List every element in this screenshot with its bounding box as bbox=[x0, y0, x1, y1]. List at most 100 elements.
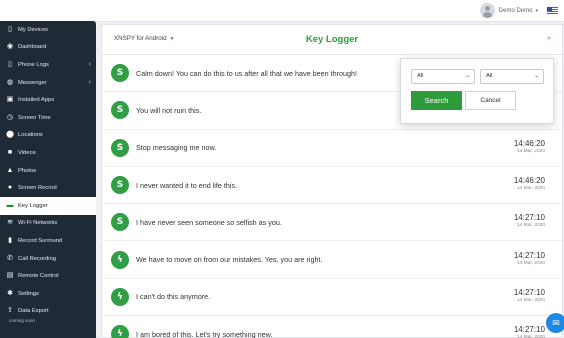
message-time: 14:27:10 bbox=[513, 213, 545, 223]
timestamp: 14:27:10 14 Mar, 2020 bbox=[514, 325, 545, 338]
message-text: Stop messaging me now. bbox=[136, 143, 217, 153]
messenger-icon: ϟ bbox=[111, 287, 129, 306]
message-date: 14 Mar, 2020 bbox=[516, 223, 545, 229]
sidebar-item-settings[interactable]: ✱ Settings bbox=[0, 285, 96, 303]
timestamp: 14:27:10 14 Mar, 2020 bbox=[514, 213, 545, 229]
sidebar-item-phone-logs[interactable]: ▯ Phone Logs › bbox=[0, 56, 96, 74]
sidebar: ▯ My Devices ◉ Dashboard ▯ Phone Logs › ◍ Messen… bbox=[0, 21, 96, 338]
sidebar-item-label: Videos bbox=[18, 149, 36, 156]
sidebar-item-label: Screen Time bbox=[18, 114, 51, 121]
messenger-icon: ϟ bbox=[111, 325, 129, 338]
chevron-right-icon: › bbox=[88, 79, 91, 87]
us-flag-icon[interactable] bbox=[547, 7, 558, 14]
sidebar-item-key-logger[interactable]: ▬ Key Logger bbox=[0, 196, 96, 215]
sidebar-item-label: Phone Logs bbox=[18, 61, 49, 68]
microphone-icon: ▮ bbox=[8, 236, 12, 244]
messenger-icon: ϟ bbox=[111, 250, 129, 269]
message-row[interactable]: ϟ We have to move on from our mistakes. Y… bbox=[102, 241, 562, 279]
upload-icon: ⇪ bbox=[7, 307, 13, 315]
message-time: 14:46:20 bbox=[513, 138, 545, 148]
filter-select-2[interactable]: All ⌄ bbox=[480, 69, 544, 84]
sidebar-item-label: Photos bbox=[18, 167, 37, 174]
message-text: You will not ruin this. bbox=[136, 105, 202, 115]
search-filter-popup: All ⌄ All ⌄ Search Cancel bbox=[400, 58, 554, 124]
message-date: 14 Mar, 2020 bbox=[516, 297, 545, 303]
chevron-down-icon: ⌄ bbox=[533, 73, 539, 79]
message-date: 14 Mar, 2020 bbox=[516, 186, 545, 192]
panel-header: XNSPY for Android ▼ Key Logger ⌕ bbox=[102, 25, 562, 55]
keyboard-icon: ▬ bbox=[6, 201, 14, 209]
skype-icon: S bbox=[111, 213, 129, 232]
clock-icon: ◷ bbox=[6, 113, 14, 121]
timestamp: 14:46:20 14 Mar, 2020 bbox=[514, 176, 545, 192]
remote-icon: ▤ bbox=[6, 272, 14, 280]
message-text: I can't do this anymore. bbox=[136, 292, 211, 302]
message-row[interactable]: ϟ I am bored of this. Let's try something… bbox=[102, 316, 562, 338]
sidebar-item-label: My Devices bbox=[18, 26, 48, 33]
user-menu[interactable]: Demo Demo ▾ bbox=[479, 3, 558, 18]
skype-icon: S bbox=[111, 101, 129, 120]
chat-icon[interactable]: ✉ bbox=[546, 313, 564, 333]
filter-select-2-value: All bbox=[486, 73, 493, 79]
sidebar-item-call-recording[interactable]: ✆ Call Recording bbox=[0, 250, 96, 268]
chevron-down-icon: ▾ bbox=[535, 7, 538, 14]
sidebar-item-videos[interactable]: ■ Videos bbox=[0, 144, 96, 162]
skype-icon: S bbox=[111, 176, 129, 195]
phone-icon: ▯ bbox=[8, 60, 12, 68]
chevron-right-icon: › bbox=[88, 61, 91, 69]
timestamp: 14:46:20 14 Mar, 2020 bbox=[514, 139, 545, 155]
sidebar-item-wi-fi-networks[interactable]: ≋ Wi-Fi Networks bbox=[0, 215, 96, 233]
sidebar-item-messenger[interactable]: ◍ Messenger › bbox=[0, 74, 96, 92]
sidebar-item-my-devices[interactable]: ▯ My Devices bbox=[0, 21, 96, 39]
video-icon: ■ bbox=[7, 148, 13, 156]
message-row[interactable]: S I never wanted it to end life this. 14:4… bbox=[102, 167, 562, 205]
record-icon: ● bbox=[7, 184, 13, 192]
skype-icon: S bbox=[111, 138, 129, 157]
message-time: 14:46:20 bbox=[513, 176, 545, 186]
apps-icon: ▣ bbox=[6, 96, 14, 104]
sidebar-item-label: Dashboard bbox=[18, 44, 47, 51]
message-time: 14:27:10 bbox=[513, 325, 545, 335]
sidebar-item-label: Remote Control bbox=[18, 273, 59, 280]
sidebar-item-photos[interactable]: ▲ Photos bbox=[0, 162, 96, 180]
gear-icon: ✱ bbox=[7, 289, 13, 297]
message-date: 14 Mar, 2020 bbox=[516, 148, 545, 154]
photo-icon: ▲ bbox=[6, 166, 14, 174]
sidebar-item-label: Messenger bbox=[18, 79, 47, 86]
filter-select-1[interactable]: All ⌄ bbox=[411, 69, 475, 84]
sidebar-item-dashboard[interactable]: ◉ Dashboard bbox=[0, 39, 96, 57]
sidebar-item-label: Locations bbox=[18, 132, 43, 139]
page-title: Key Logger bbox=[305, 34, 359, 45]
sidebar-item-label: Call Recording bbox=[18, 255, 57, 262]
message-time: 14:27:10 bbox=[513, 250, 545, 260]
phone-icon: ▯ bbox=[8, 25, 12, 33]
chevron-down-icon: ⌄ bbox=[464, 73, 470, 79]
sidebar-item-screen-time[interactable]: ◷ Screen Time bbox=[0, 109, 96, 127]
timestamp: 14:27:10 14 Mar, 2020 bbox=[514, 288, 545, 304]
user-name: Demo Demo bbox=[498, 7, 533, 14]
sidebar-item-screen-record[interactable]: ● Screen Record bbox=[0, 179, 96, 197]
message-text: Calm down! You can do this to us after a… bbox=[136, 68, 357, 78]
message-text: I have never seen someone so selfish as … bbox=[136, 217, 282, 227]
wifi-icon: ≋ bbox=[7, 219, 13, 227]
sidebar-item-label: Data Export bbox=[18, 308, 49, 315]
sidebar-item-label: Settings bbox=[18, 290, 39, 297]
sidebar-item-data-export[interactable]: ⇪ Data Export bbox=[0, 303, 96, 321]
messenger-icon: ◍ bbox=[6, 78, 14, 86]
message-text: We have to move on from our mistakes. Ye… bbox=[136, 255, 323, 265]
search-button[interactable]: Search bbox=[411, 91, 462, 110]
top-bar: Demo Demo ▾ bbox=[0, 0, 564, 22]
sidebar-item-label: Screen Record bbox=[18, 185, 57, 192]
filter-select-1-value: All bbox=[417, 73, 424, 79]
message-row[interactable]: S Stop messaging me now. 14:46:20 14 Mar, 2… bbox=[102, 130, 562, 167]
dashboard-icon: ◉ bbox=[6, 43, 14, 51]
sidebar-item-record-surround[interactable]: ▮ Record Surround bbox=[0, 232, 96, 250]
message-row[interactable]: ϟ I can't do this anymore. 14:27:10 14 Mar,… bbox=[102, 279, 562, 317]
message-row[interactable]: S I have never seen someone so selfish as… bbox=[102, 204, 562, 242]
sidebar-item-locations[interactable]: ⬤ Locations bbox=[0, 127, 96, 145]
cancel-button[interactable]: Cancel bbox=[465, 91, 516, 110]
search-icon[interactable]: ⌕ bbox=[547, 35, 551, 43]
call-icon: ✆ bbox=[7, 254, 13, 262]
sidebar-item-installed-apps[interactable]: ▣ Installed Apps bbox=[0, 91, 96, 109]
sidebar-item-remote-control[interactable]: ▤ Remote Control bbox=[0, 267, 96, 285]
